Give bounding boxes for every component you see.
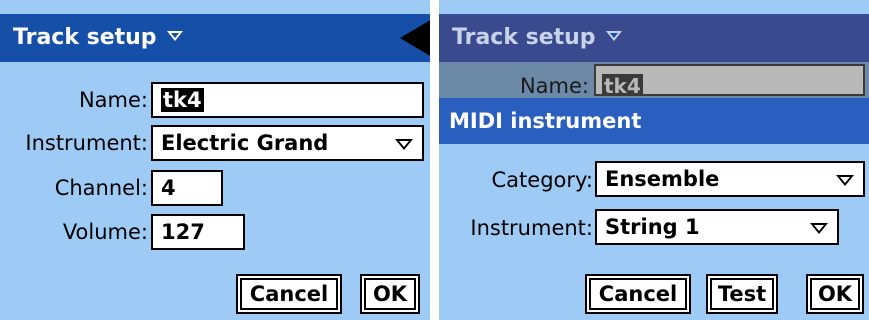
title-menu-arrow-icon[interactable] [167, 31, 183, 41]
name-label: Name: [78, 88, 148, 112]
channel-label: Channel: [54, 176, 148, 200]
instrument-label: Instrument: [470, 216, 593, 240]
dropdown-arrow-icon [810, 223, 828, 234]
test-button[interactable]: Test [706, 274, 778, 314]
instrument-label: Instrument: [25, 131, 148, 155]
cancel-button[interactable]: Cancel [236, 274, 342, 314]
instrument-dropdown[interactable]: String 1 [595, 209, 839, 245]
instrument-value: Electric Grand [161, 131, 329, 155]
screen-title: Track setup [13, 25, 157, 50]
name-value: tk4 [161, 88, 204, 112]
name-field[interactable]: tk4 [151, 82, 424, 118]
ok-button[interactable]: OK [360, 274, 420, 314]
ok-button[interactable]: OK [806, 274, 864, 314]
background-screen-title: Track setup [452, 25, 596, 50]
volume-label: Volume: [62, 220, 148, 244]
dropdown-arrow-icon [836, 175, 854, 186]
dialog-title-bar: MIDI instrument [439, 98, 869, 144]
background-name-value: tk4 [602, 74, 643, 96]
volume-field[interactable]: 127 [151, 214, 245, 250]
background-name-field: tk4 [594, 64, 865, 96]
cancel-button[interactable]: Cancel [585, 274, 691, 314]
channel-field[interactable]: 4 [151, 170, 223, 206]
title-bar[interactable]: Track setup [0, 14, 430, 62]
category-label: Category: [491, 168, 593, 192]
instrument-dropdown[interactable]: Electric Grand [151, 125, 424, 161]
channel-value: 4 [161, 176, 176, 200]
dialog-title: MIDI instrument [449, 109, 642, 133]
title-menu-arrow-icon [606, 31, 622, 41]
volume-value: 127 [161, 220, 205, 244]
dropdown-arrow-icon [395, 139, 413, 150]
back-triangle-icon[interactable] [400, 19, 430, 57]
dimmed-title-bar: Track setup [439, 14, 869, 62]
instrument-value: String 1 [605, 215, 700, 239]
midi-instrument-screen: Track setup Name: tk4 MIDI instrument Ca… [439, 0, 869, 320]
track-setup-screen: Track setup Name: tk4 Instrument: Electr… [0, 0, 430, 320]
category-dropdown[interactable]: Ensemble [595, 161, 865, 197]
background-name-label: Name: [519, 74, 589, 98]
category-value: Ensemble [605, 167, 720, 191]
